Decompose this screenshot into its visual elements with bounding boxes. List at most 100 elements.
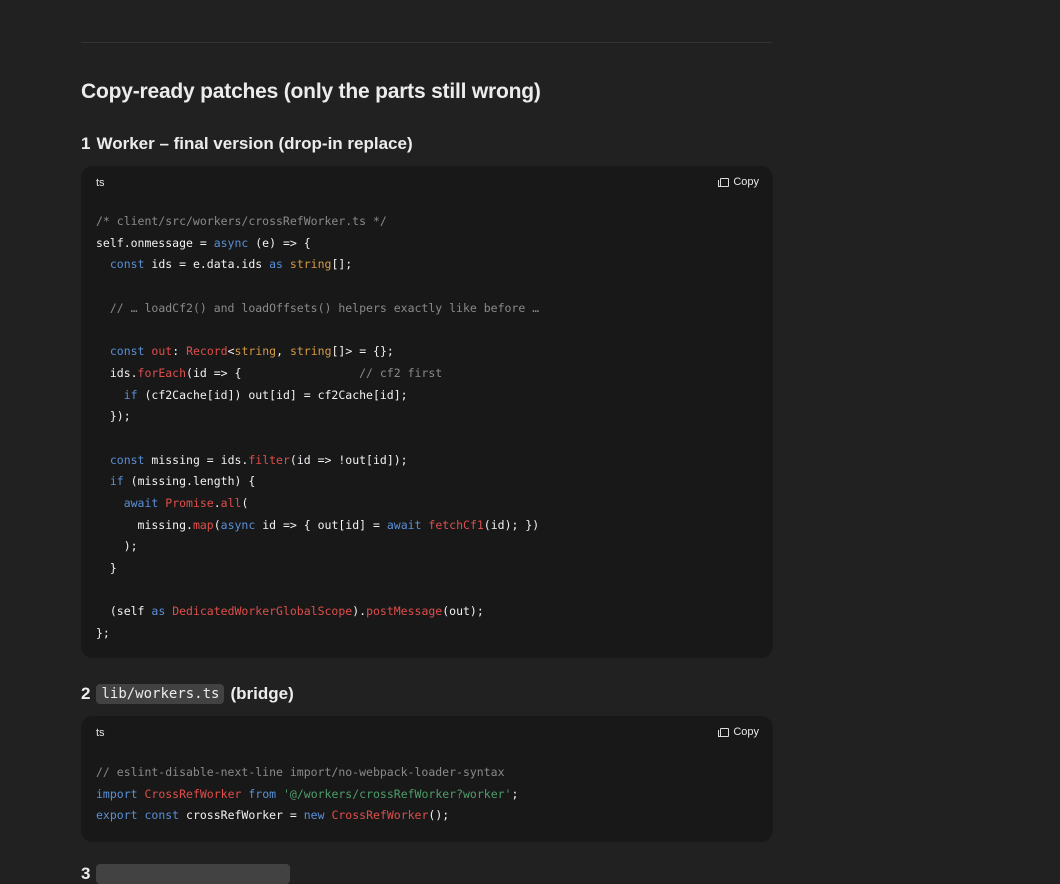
divider [81,42,772,43]
code-text: missing. [96,517,193,532]
section-1-heading: 1 Worker – final version (drop-in replac… [81,134,413,154]
code-keyword: await [123,495,159,510]
code-keyword: async [213,235,249,250]
code-comment: // eslint-disable-next-line import/no-we… [96,765,505,779]
code-line: (self as DedicatedWorkerGlobalScope).pos… [96,601,539,623]
code-text: < [227,344,235,359]
code-text: ( [213,517,221,532]
code-text: } [96,561,117,575]
code-line: import CrossRefWorker from '@/workers/cr… [96,784,518,806]
code-keyword: as [269,257,283,272]
code-text: []; [331,257,353,272]
code-line: ); [96,536,539,558]
code-text: , [276,344,290,359]
code-identifier: Record [186,344,228,359]
code-type: string [289,257,332,272]
code-text: (out); [442,604,484,619]
code-text: . [213,495,221,510]
code-text: (id => !out[id]); [289,452,408,467]
code-keyword: import [96,786,138,801]
code-language: ts [96,727,105,739]
code-text: id => { out[id] = [255,517,387,532]
code-line: // eslint-disable-next-line import/no-we… [96,762,518,784]
section-title: (bridge) [230,684,294,703]
code-block-bridge: ts Copy // eslint-disable-next-line impo… [81,716,773,842]
code-string: '@/workers/crossRefWorker?worker' [283,786,512,801]
code-text: (id => { [186,365,360,380]
code-text: crossRefWorker = [179,808,304,823]
code-keyword: const [109,344,145,359]
code-text: ). [352,604,367,619]
code-keyword: const [144,808,180,823]
code-identifier: postMessage [366,604,443,619]
code-keyword: from [248,786,277,801]
code-identifier: forEach [137,365,187,380]
section-3-heading: 3 [81,864,291,884]
code-text: ( [241,495,249,510]
code-type: string [289,344,332,359]
copy-icon [718,177,730,187]
code-identifier: filter [248,452,290,467]
code-identifier: all [220,495,242,510]
code-keyword: if [109,474,124,489]
code-text: (cf2Cache[id]) out[id] = cf2Cache[id]; [137,387,408,402]
code-keyword: const [109,257,145,272]
code-line: const out: Record<string, string[]> = {}… [96,341,539,363]
copy-icon [718,727,730,737]
code-identifier: Promise [165,495,214,510]
code-keyword: await [386,517,422,532]
code-comment: // cf2 first [359,365,443,380]
code-identifier: CrossRefWorker [144,786,242,801]
code-line: }); [96,406,539,428]
code-keyword: new [303,808,325,823]
code-identifier: fetchCf1 [428,517,484,532]
code-line: // … loadCf2() and loadOffsets() helpers… [96,298,539,320]
code-keyword: const [109,452,145,467]
code-keyword: if [123,387,138,402]
code-content: /* client/src/workers/crossRefWorker.ts … [96,211,539,645]
section-number: 2 [81,684,91,703]
code-line: self.onmessage = async (e) => { [96,233,539,255]
copy-label: Copy [733,176,759,188]
code-line: }; [96,623,539,645]
code-keyword: export [96,808,138,823]
code-text: }); [96,409,131,424]
code-identifier: map [192,517,214,532]
code-language: ts [96,177,105,189]
code-text: ids = e.data.ids [144,257,270,272]
copy-button[interactable]: Copy [718,176,759,188]
code-identifier: out [151,344,173,359]
code-line: if (cf2Cache[id]) out[id] = cf2Cache[id]… [96,385,539,407]
code-text: ; [511,786,519,801]
copy-button[interactable]: Copy [718,726,759,738]
code-text: []> = {}; [331,344,394,359]
section-number: 3 [81,864,91,883]
page-heading: Copy-ready patches (only the parts still… [81,80,541,103]
section-2-heading: 2 lib/workers.ts (bridge) [81,684,294,704]
code-line: ids.forEach(id => { // cf2 first [96,363,539,385]
code-block-worker: ts Copy /* client/src/workers/crossRefWo… [81,166,773,658]
code-identifier: DedicatedWorkerGlobalScope [172,604,353,619]
inline-code-chip [96,864,291,884]
code-text: (e) => { [248,235,311,250]
code-text: : [172,344,187,359]
code-line: /* client/src/workers/crossRefWorker.ts … [96,211,539,233]
code-text: (id); }) [483,517,540,532]
code-comment: /* client/src/workers/crossRefWorker.ts … [96,214,387,228]
code-text: ids. [96,365,138,380]
code-identifier: CrossRefWorker [331,808,429,823]
code-line: const missing = ids.filter(id => !out[id… [96,450,539,472]
code-content: // eslint-disable-next-line import/no-we… [96,762,518,827]
